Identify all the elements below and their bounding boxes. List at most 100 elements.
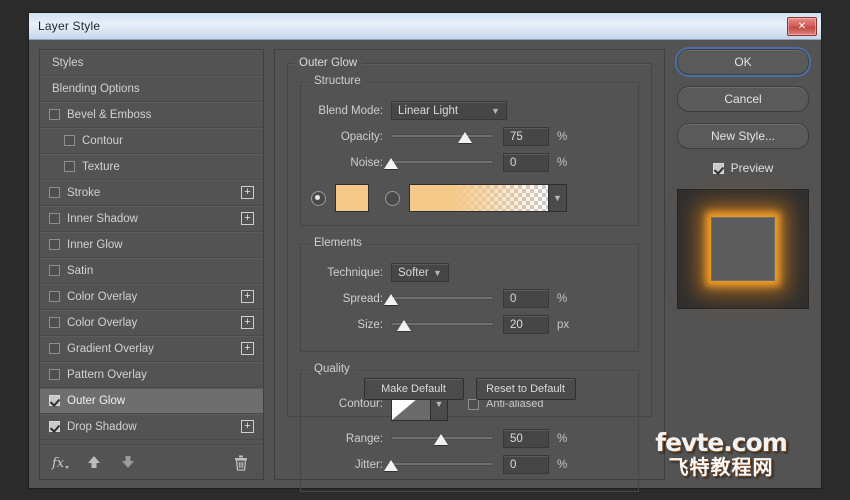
move-down-icon[interactable] bbox=[118, 452, 138, 472]
add-effect-icon[interactable]: + bbox=[241, 186, 254, 199]
styles-panel: Styles Blending Options Bevel & Emboss Cont… bbox=[39, 49, 264, 480]
style-checkbox[interactable] bbox=[64, 135, 75, 146]
style-row-label: Color Overlay bbox=[67, 316, 138, 329]
add-effect-icon[interactable]: + bbox=[241, 290, 254, 303]
size-input[interactable]: 20 bbox=[503, 315, 549, 334]
style-row-label: Color Overlay bbox=[67, 290, 138, 303]
fill-type-row: ▼ bbox=[311, 183, 628, 213]
cancel-button[interactable]: Cancel bbox=[677, 86, 809, 112]
opacity-row: Opacity: 75 % bbox=[311, 125, 628, 148]
technique-select[interactable]: Softer ▼ bbox=[391, 263, 449, 282]
close-icon[interactable]: ✕ bbox=[787, 17, 817, 36]
opacity-input[interactable]: 75 bbox=[503, 127, 549, 146]
blend-mode-select[interactable]: Linear Light ▼ bbox=[391, 101, 507, 120]
style-row[interactable]: Styles bbox=[40, 50, 263, 76]
style-row[interactable]: Pattern Overlay bbox=[40, 362, 263, 388]
style-checkbox[interactable] bbox=[49, 369, 60, 380]
styles-toolbar: fx bbox=[40, 444, 263, 479]
style-row-label: Pattern Overlay bbox=[67, 368, 147, 381]
jitter-input[interactable]: 0 bbox=[503, 455, 549, 474]
spread-thumb[interactable] bbox=[384, 294, 398, 305]
size-slider[interactable] bbox=[391, 315, 494, 334]
style-row[interactable]: Satin bbox=[40, 258, 263, 284]
style-row[interactable]: Gradient Overlay + bbox=[40, 336, 263, 362]
noise-unit: % bbox=[557, 156, 568, 169]
style-checkbox[interactable] bbox=[49, 265, 60, 276]
color-fill-radio[interactable] bbox=[311, 190, 326, 206]
elements-group: Elements Technique: Softer ▼ Spread: 0 %… bbox=[300, 237, 639, 352]
style-checkbox[interactable] bbox=[49, 291, 60, 302]
noise-thumb[interactable] bbox=[384, 158, 398, 169]
style-row[interactable]: Texture bbox=[40, 154, 263, 180]
style-checkbox[interactable] bbox=[49, 317, 60, 328]
gradient-picker[interactable]: ▼ bbox=[409, 184, 567, 212]
style-row[interactable]: Blending Options bbox=[40, 76, 263, 102]
spread-slider[interactable] bbox=[384, 289, 494, 308]
style-checkbox[interactable] bbox=[49, 395, 60, 406]
new-style-button[interactable]: New Style... bbox=[677, 123, 809, 149]
noise-track bbox=[391, 160, 494, 164]
elements-caption: Elements bbox=[309, 237, 367, 249]
noise-slider[interactable] bbox=[384, 153, 494, 172]
make-default-button[interactable]: Make Default bbox=[363, 378, 464, 400]
style-checkbox[interactable] bbox=[49, 343, 60, 354]
preview-checkbox[interactable] bbox=[712, 162, 724, 174]
noise-input[interactable]: 0 bbox=[503, 153, 549, 172]
range-input[interactable]: 50 bbox=[503, 429, 549, 448]
style-row[interactable]: Outer Glow bbox=[40, 388, 263, 414]
preview-toggle[interactable]: Preview bbox=[712, 161, 773, 175]
style-row[interactable]: Stroke + bbox=[40, 180, 263, 206]
delete-icon[interactable] bbox=[231, 452, 251, 472]
anti-aliased-checkbox[interactable] bbox=[468, 398, 479, 410]
style-row[interactable]: Color Overlay + bbox=[40, 310, 263, 336]
opacity-slider[interactable] bbox=[391, 127, 494, 146]
window-title: Layer Style bbox=[38, 19, 101, 33]
style-checkbox[interactable] bbox=[49, 109, 60, 120]
style-checkbox[interactable] bbox=[49, 421, 60, 432]
jitter-thumb[interactable] bbox=[384, 460, 398, 471]
style-row-label: Gradient Overlay bbox=[67, 342, 154, 355]
add-effect-icon[interactable]: + bbox=[241, 420, 254, 433]
technique-row: Technique: Softer ▼ bbox=[311, 261, 628, 284]
gradient-chevron-down-icon[interactable]: ▼ bbox=[549, 184, 567, 212]
range-thumb[interactable] bbox=[434, 434, 449, 445]
outer-glow-frame: Outer Glow Structure Blend Mode: Linear … bbox=[287, 57, 652, 492]
style-row[interactable]: Inner Glow bbox=[40, 232, 263, 258]
opacity-label: Opacity: bbox=[340, 130, 383, 143]
style-checkbox[interactable] bbox=[64, 161, 75, 172]
add-effect-icon[interactable]: + bbox=[241, 316, 254, 329]
svg-text:fx: fx bbox=[51, 456, 65, 470]
jitter-unit: % bbox=[557, 458, 568, 471]
spread-unit: % bbox=[557, 292, 568, 305]
style-row-label: Contour bbox=[82, 134, 123, 147]
style-row[interactable]: Drop Shadow + bbox=[40, 414, 263, 440]
size-thumb[interactable] bbox=[397, 320, 412, 331]
style-row[interactable]: Bevel & Emboss bbox=[40, 102, 263, 128]
ok-button[interactable]: OK bbox=[677, 49, 809, 75]
noise-label: Noise: bbox=[350, 156, 383, 169]
reset-to-default-button[interactable]: Reset to Default bbox=[475, 378, 576, 400]
spread-row: Spread: 0 % bbox=[311, 287, 628, 310]
style-checkbox[interactable] bbox=[49, 213, 60, 224]
range-slider[interactable] bbox=[391, 429, 494, 448]
size-row: Size: 20 px bbox=[311, 313, 628, 336]
range-unit: % bbox=[557, 432, 568, 445]
style-checkbox[interactable] bbox=[49, 187, 60, 198]
style-row[interactable]: Inner Shadow + bbox=[40, 206, 263, 232]
style-row[interactable]: Color Overlay + bbox=[40, 284, 263, 310]
fx-icon[interactable]: fx bbox=[50, 452, 70, 472]
technique-value: Softer bbox=[398, 266, 429, 279]
move-up-icon[interactable] bbox=[84, 452, 104, 472]
gradient-fill-radio[interactable] bbox=[385, 190, 400, 206]
style-checkbox[interactable] bbox=[49, 239, 60, 250]
style-row-label: Inner Shadow bbox=[67, 212, 138, 225]
style-row[interactable]: Contour bbox=[40, 128, 263, 154]
spread-input[interactable]: 0 bbox=[503, 289, 549, 308]
jitter-slider[interactable] bbox=[384, 455, 494, 474]
opacity-thumb[interactable] bbox=[458, 132, 473, 143]
add-effect-icon[interactable]: + bbox=[241, 342, 254, 355]
gradient-preview[interactable] bbox=[409, 184, 549, 212]
glow-color-swatch[interactable] bbox=[335, 184, 369, 212]
range-row: Range: 50 % bbox=[311, 427, 628, 450]
add-effect-icon[interactable]: + bbox=[241, 212, 254, 225]
